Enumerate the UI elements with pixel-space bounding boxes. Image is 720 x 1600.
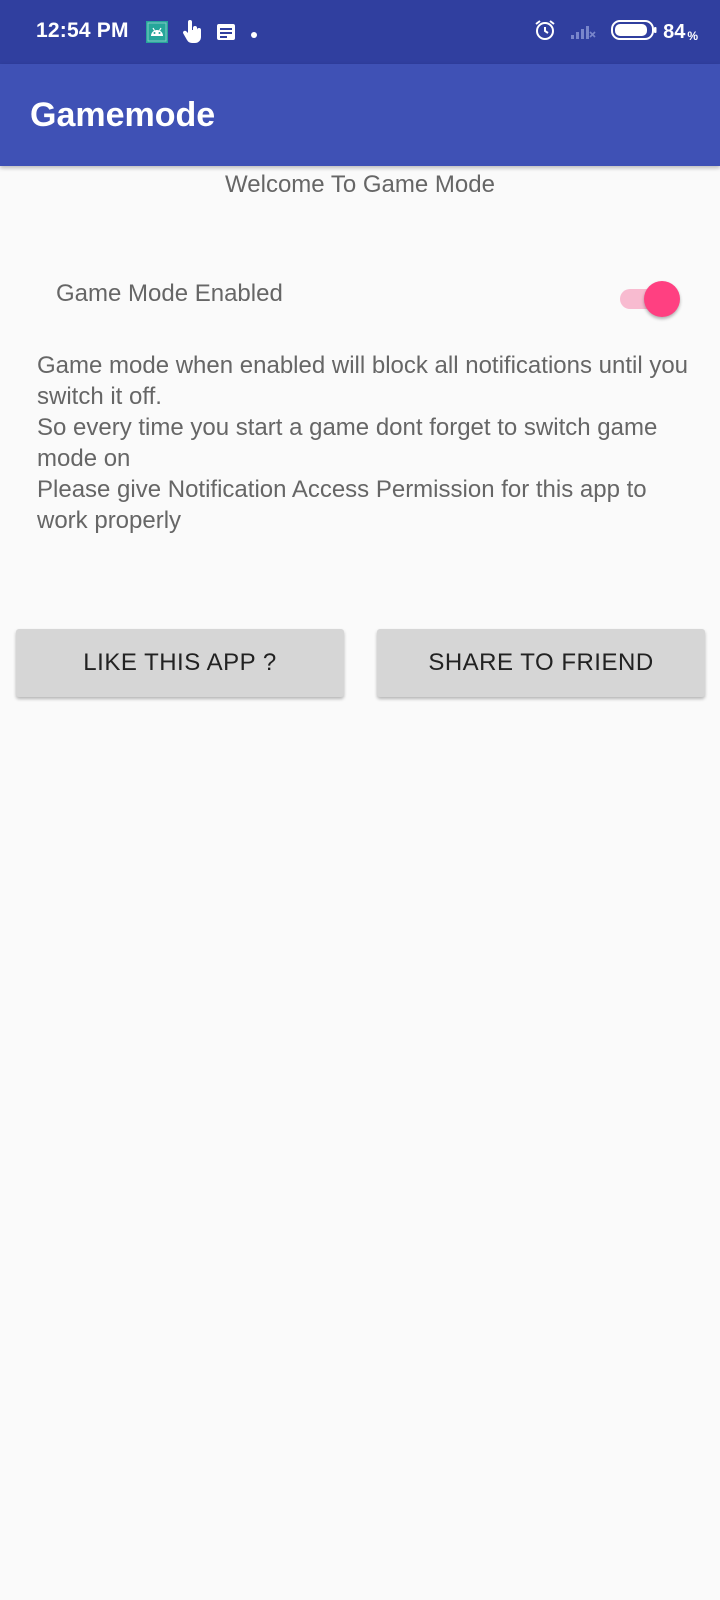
switch-thumb: [644, 281, 680, 317]
alarm-icon: [533, 18, 557, 47]
app-bar: Gamemode: [0, 64, 720, 166]
description-line: So every time you start a game dont forg…: [37, 414, 658, 472]
status-bar: 12:54 PM 84 %: [0, 0, 720, 64]
like-app-button[interactable]: LIKE THIS APP ?: [16, 629, 344, 697]
system-icons: 84 %: [533, 18, 698, 47]
battery-level: 84: [663, 21, 686, 43]
battery-unit: %: [687, 28, 698, 43]
app-title: Gamemode: [30, 96, 216, 134]
welcome-text: Welcome To Game Mode: [225, 171, 495, 198]
android-debug-icon: [146, 21, 168, 48]
notification-icons: [146, 20, 272, 49]
game-mode-label: Game Mode Enabled: [56, 280, 283, 307]
description-text: Game mode when enabled will block all no…: [37, 350, 697, 536]
description-line: Please give Notification Access Permissi…: [37, 476, 647, 534]
hand-pointer-icon: [182, 20, 202, 49]
battery-icon: [611, 19, 657, 46]
note-icon: [216, 22, 236, 47]
dot-icon: [250, 26, 258, 44]
share-to-friend-button[interactable]: SHARE TO FRIEND: [377, 629, 705, 697]
game-mode-switch[interactable]: [618, 281, 680, 317]
status-time: 12:54 PM: [36, 19, 129, 42]
signal-off-icon: [571, 20, 597, 45]
description-line: Game mode when enabled will block all no…: [37, 352, 689, 410]
